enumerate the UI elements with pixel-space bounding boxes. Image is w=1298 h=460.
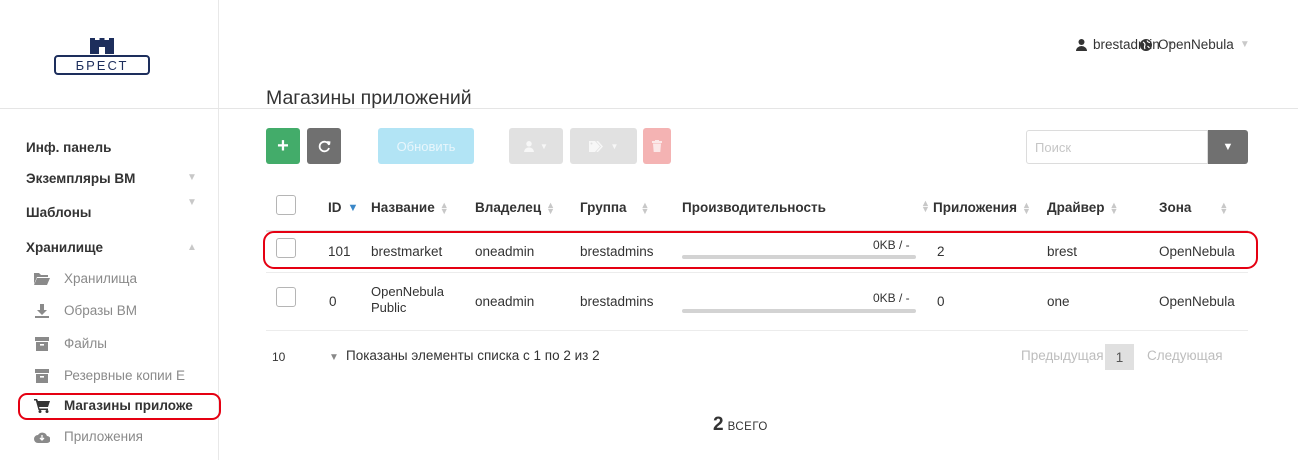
caret-down-icon: ▼ (329, 351, 339, 363)
sidebar-item-vms[interactable]: Экземпляры ВМ (26, 171, 135, 186)
column-label: Владелец (475, 200, 542, 215)
sidebar-item-templates[interactable]: Шаблоны (26, 205, 91, 220)
column-label: Приложения (933, 200, 1017, 215)
column-label: Название (371, 200, 435, 215)
select-all-checkbox[interactable] (276, 195, 296, 215)
capacity-bar (682, 309, 916, 313)
highlight-marketplaces-annotation (18, 393, 221, 420)
cell-owner: oneadmin (475, 294, 535, 309)
sidebar-item-files[interactable]: Файлы (34, 336, 107, 351)
sidebar-item-label: Приложения (64, 429, 143, 444)
sidebar-item-label: Файлы (64, 336, 107, 351)
sidebar-item-apps[interactable]: Приложения (34, 429, 143, 444)
column-header-apps[interactable]: Приложения ▲ ▼ (933, 200, 1031, 215)
caret-down-icon: ▼ (610, 141, 619, 151)
zone-menu[interactable]: OpenNebula ▼ (1140, 37, 1250, 52)
table-info: Показаны элементы списка с 1 по 2 из 2 (346, 348, 600, 363)
search-input[interactable] (1026, 130, 1208, 164)
sort-icon[interactable]: ▲ ▼ (921, 199, 930, 214)
sidebar: БРЕСТ Инф. панель Экземпляры ВМ ▼ Шаблон… (0, 0, 221, 460)
header-divider (219, 108, 1298, 109)
pagination-current[interactable]: 1 (1105, 344, 1134, 370)
search-options-button[interactable]: ▼ (1208, 130, 1248, 164)
cell-name: OpenNebula Public (371, 284, 444, 315)
sidebar-item-backups[interactable]: Резервные копии Е (34, 368, 185, 383)
column-header-driver[interactable]: Драйвер ▲ ▼ (1047, 200, 1118, 215)
highlight-row-annotation (263, 231, 1258, 269)
caret-down-icon: ▼ (1222, 141, 1234, 153)
archive-icon (34, 368, 50, 383)
total-label: ВСЕГО (727, 421, 768, 433)
row-checkbox[interactable] (276, 287, 296, 307)
page-size-select[interactable]: 10 ▼ (266, 344, 344, 370)
update-button[interactable]: Обновить (378, 128, 474, 164)
row-divider (266, 330, 1248, 331)
cloud-icon (34, 430, 50, 444)
column-header-group[interactable]: Группа ▲ ▼ (580, 200, 649, 215)
trash-icon (652, 140, 662, 152)
create-button[interactable]: + (266, 128, 300, 164)
cell-zone: OpenNebula (1159, 294, 1235, 309)
sidebar-item-label: Хранилища (64, 271, 138, 286)
zone-name: OpenNebula (1158, 37, 1234, 52)
download-icon (34, 303, 50, 318)
chevron-down-icon[interactable]: ▼ (187, 172, 197, 183)
page-title: Магазины приложений (266, 87, 472, 109)
sort-icon: ▲ ▼ (1109, 199, 1119, 216)
sidebar-item-datastores[interactable]: Хранилища (34, 271, 137, 286)
tags-icon (588, 140, 603, 152)
pagination-next[interactable]: Следующая (1147, 348, 1223, 363)
sidebar-item-images[interactable]: Образы ВМ (34, 303, 137, 318)
user-icon (524, 140, 535, 152)
cell-driver: one (1047, 294, 1070, 309)
column-header-id[interactable]: ID ▼ (328, 200, 358, 215)
column-header-name[interactable]: Название ▲ ▼ (371, 200, 449, 215)
sort-icon: ▲ ▼ (439, 199, 449, 216)
sort-icon: ▲ ▼ (1021, 199, 1031, 216)
sort-desc-icon: ▼ (347, 201, 359, 214)
sidebar-item-dashboard[interactable]: Инф. панель (26, 140, 111, 155)
column-label: ID (328, 200, 342, 215)
brest-logo[interactable]: БРЕСТ (52, 38, 152, 78)
sort-icon: ▲ ▼ (640, 199, 650, 216)
page-size-value: 10 (272, 350, 286, 364)
globe-icon (1140, 38, 1152, 51)
caret-down-icon: ▼ (1239, 39, 1250, 50)
total-count: 2 (713, 414, 724, 435)
sort-icon: ▲ ▼ (1219, 199, 1229, 216)
change-owner-button[interactable]: ▼ (509, 128, 563, 164)
column-label: Зона (1159, 200, 1192, 215)
column-header-capacity[interactable]: Производительность (682, 200, 826, 215)
cell-capacity: 0KB / - (873, 291, 910, 305)
refresh-icon (318, 140, 330, 152)
row-divider (266, 272, 1248, 273)
refresh-button[interactable] (307, 128, 341, 164)
cell-group: brestadmins (580, 294, 654, 309)
cell-id: 0 (329, 294, 337, 309)
total-counter: 2 ВСЕГО (713, 414, 768, 436)
column-label: Производительность (682, 200, 826, 215)
column-header-zone[interactable]: Зона ▲ ▼ (1159, 200, 1228, 215)
chevron-up-icon[interactable]: ▲ (187, 242, 197, 253)
column-label: Драйвер (1047, 200, 1105, 215)
folder-open-icon (34, 272, 50, 286)
pagination-prev[interactable]: Предыдущая (1021, 348, 1104, 363)
logo-text: БРЕСТ (76, 58, 129, 73)
column-header-owner[interactable]: Владелец ▲ ▼ (475, 200, 555, 215)
column-label: Группа (580, 200, 627, 215)
caret-down-icon: ▼ (540, 141, 548, 151)
sidebar-item-storage[interactable]: Хранилище (26, 240, 103, 255)
sidebar-item-label: Резервные копии Е (64, 368, 185, 383)
sort-icon: ▲ ▼ (546, 199, 556, 216)
delete-button[interactable] (643, 128, 671, 164)
archive-icon (34, 336, 50, 351)
labels-button[interactable]: ▼ (570, 128, 637, 164)
sidebar-item-label: Образы ВМ (64, 303, 137, 318)
sidebar-divider (0, 108, 219, 109)
cell-apps: 0 (937, 294, 945, 309)
user-icon (1076, 38, 1087, 51)
chevron-down-icon[interactable]: ▼ (187, 197, 197, 208)
